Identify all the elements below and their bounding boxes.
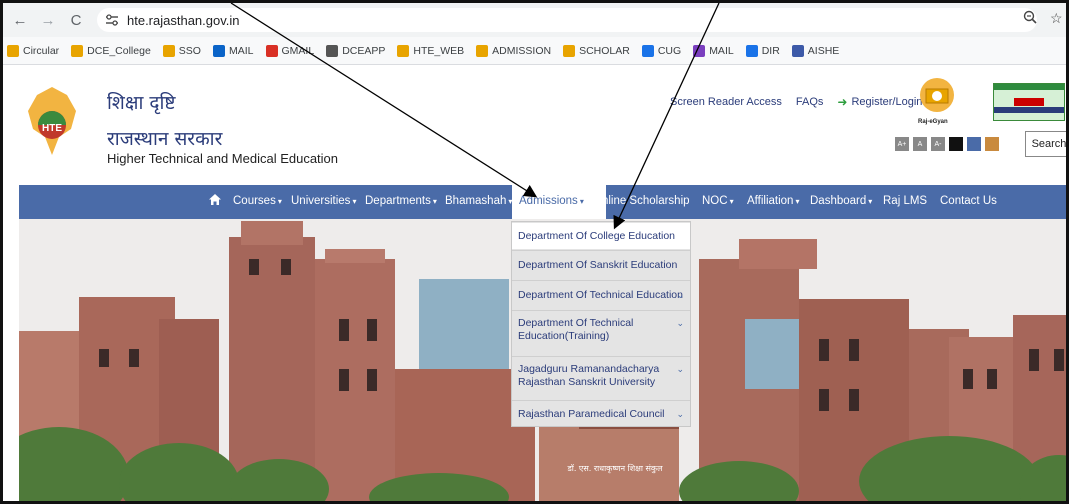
arrow-to-college-education <box>613 3 720 230</box>
screenshot-frame: ← → C hte.rajasthan.gov.in ☆ Circular DCE… <box>0 0 1069 504</box>
annotation-arrows <box>230 3 720 230</box>
arrow-to-admissions <box>230 3 538 198</box>
